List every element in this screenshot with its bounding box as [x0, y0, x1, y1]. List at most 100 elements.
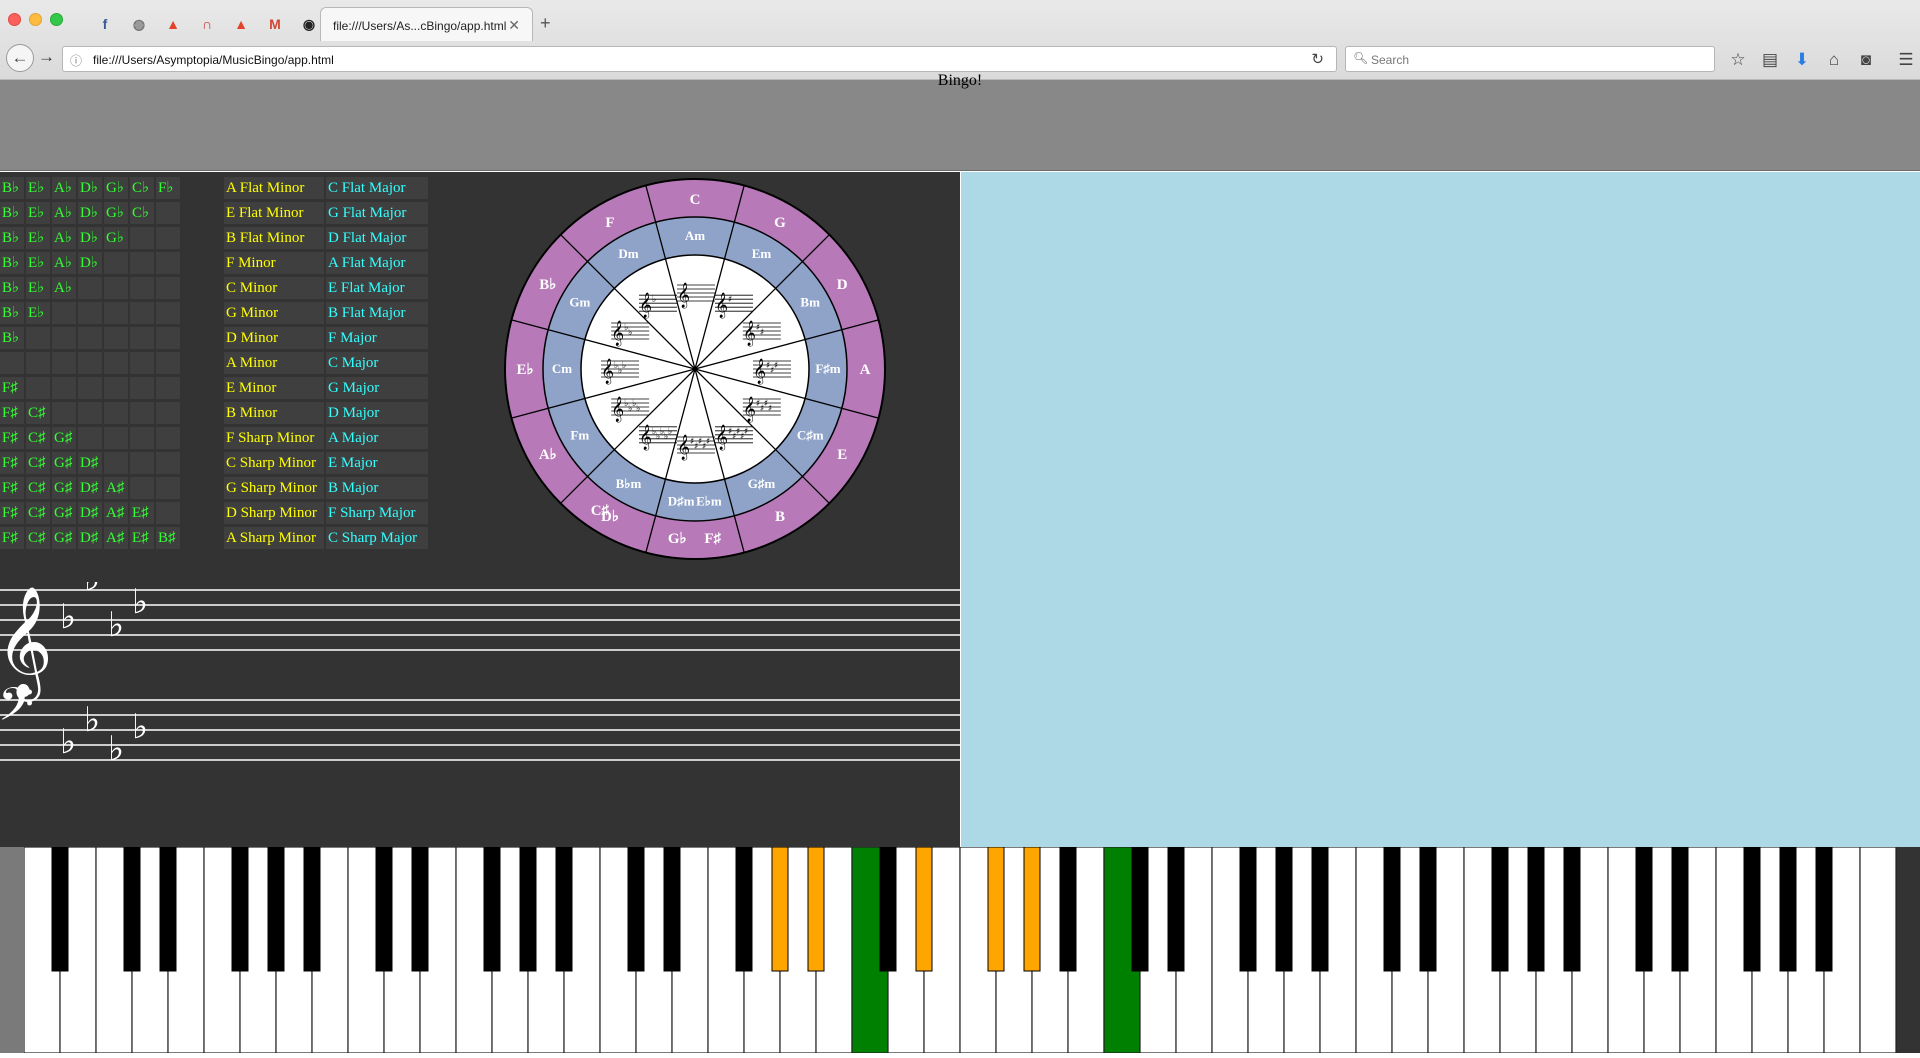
- black-key[interactable]: [915, 846, 933, 972]
- black-key[interactable]: [483, 846, 501, 972]
- accidental-cell: [78, 402, 102, 424]
- piano-keyboard: [0, 846, 1920, 1054]
- minor-key-text: B♭m: [616, 476, 642, 491]
- black-key[interactable]: [771, 846, 789, 972]
- black-key[interactable]: [1779, 846, 1797, 972]
- white-key[interactable]: [1859, 846, 1897, 1054]
- black-key[interactable]: [267, 846, 285, 972]
- black-key[interactable]: [1419, 846, 1437, 972]
- black-key[interactable]: [231, 846, 249, 972]
- reload-icon[interactable]: ↻: [1311, 50, 1324, 68]
- black-key[interactable]: [555, 846, 573, 972]
- black-key[interactable]: [879, 846, 897, 972]
- bookmark-star-icon[interactable]: ☆: [1722, 47, 1754, 73]
- minor-key-label[interactable]: G Sharp Minor: [224, 477, 324, 499]
- major-key-label[interactable]: F Major: [326, 327, 428, 349]
- back-button[interactable]: ←: [6, 44, 34, 72]
- minor-key-label[interactable]: B Flat Minor: [224, 227, 324, 249]
- minor-key-label[interactable]: E Flat Minor: [224, 202, 324, 224]
- major-key-label[interactable]: G Flat Major: [326, 202, 428, 224]
- black-key[interactable]: [1563, 846, 1581, 972]
- major-key-label[interactable]: C Sharp Major: [326, 527, 428, 549]
- black-key[interactable]: [123, 846, 141, 972]
- black-key[interactable]: [663, 846, 681, 972]
- major-key-label[interactable]: B Flat Major: [326, 302, 428, 324]
- globe-icon[interactable]: ◍: [122, 8, 156, 40]
- black-key[interactable]: [627, 846, 645, 972]
- accidental-cell: G♭: [104, 177, 128, 199]
- major-key-label[interactable]: E Flat Major: [326, 277, 428, 299]
- minor-key-label[interactable]: G Minor: [224, 302, 324, 324]
- major-key-label[interactable]: A Flat Major: [326, 252, 428, 274]
- facebook-icon[interactable]: f: [88, 8, 122, 40]
- minor-key-text: G♯m: [748, 476, 776, 491]
- black-key[interactable]: [1167, 846, 1185, 972]
- black-key[interactable]: [159, 846, 177, 972]
- black-key[interactable]: [1491, 846, 1509, 972]
- major-key-label[interactable]: D Flat Major: [326, 227, 428, 249]
- home-icon[interactable]: ⌂: [1818, 47, 1850, 73]
- minor-key-label[interactable]: A Flat Minor: [224, 177, 324, 199]
- minor-key-label[interactable]: C Minor: [224, 277, 324, 299]
- tab-app[interactable]: file:///Users/As...cBingo/app.html ✕: [320, 7, 533, 41]
- black-key[interactable]: [1527, 846, 1545, 972]
- close-window-button[interactable]: [8, 13, 21, 26]
- black-key[interactable]: [1131, 846, 1149, 972]
- major-key-label[interactable]: G Major: [326, 377, 428, 399]
- black-key[interactable]: [735, 846, 753, 972]
- black-key[interactable]: [303, 846, 321, 972]
- black-key[interactable]: [1275, 846, 1293, 972]
- new-tab-icon[interactable]: +: [540, 13, 551, 34]
- minor-key-label[interactable]: D Minor: [224, 327, 324, 349]
- minor-key-label[interactable]: B Minor: [224, 402, 324, 424]
- black-key[interactable]: [375, 846, 393, 972]
- minor-key-label[interactable]: D Sharp Minor: [224, 502, 324, 524]
- reading-list-icon[interactable]: ▤: [1754, 47, 1786, 73]
- minor-key-label[interactable]: C Sharp Minor: [224, 452, 324, 474]
- black-key[interactable]: [1815, 846, 1833, 972]
- info-icon[interactable]: ⓘ: [70, 52, 82, 69]
- minor-key-label[interactable]: E Minor: [224, 377, 324, 399]
- major-key-label[interactable]: E Major: [326, 452, 428, 474]
- accidental-cell: [52, 302, 76, 324]
- minor-key-label[interactable]: A Sharp Minor: [224, 527, 324, 549]
- black-key[interactable]: [1383, 846, 1401, 972]
- url-bar[interactable]: ⓘ file:///Users/Asymptopia/MusicBingo/ap…: [62, 46, 1337, 72]
- major-key-label[interactable]: C Major: [326, 352, 428, 374]
- search-field[interactable]: 🔍︎ Search: [1345, 46, 1715, 72]
- black-key[interactable]: [1311, 846, 1329, 972]
- minor-key-label[interactable]: F Sharp Minor: [224, 427, 324, 449]
- gmail-icon[interactable]: M: [258, 8, 292, 40]
- major-key-label[interactable]: D Major: [326, 402, 428, 424]
- black-key[interactable]: [987, 846, 1005, 972]
- gitlab-icon[interactable]: ▲: [156, 8, 190, 40]
- black-key[interactable]: [1239, 846, 1257, 972]
- major-key-label[interactable]: B Major: [326, 477, 428, 499]
- black-key[interactable]: [1743, 846, 1761, 972]
- minor-key-label[interactable]: A Minor: [224, 352, 324, 374]
- major-key-label[interactable]: A Major: [326, 427, 428, 449]
- black-key[interactable]: [1059, 846, 1077, 972]
- arc-icon[interactable]: ∩: [190, 8, 224, 40]
- pocket-icon[interactable]: ◙: [1850, 47, 1882, 73]
- black-key[interactable]: [1671, 846, 1689, 972]
- minor-key-label[interactable]: F Minor: [224, 252, 324, 274]
- black-key[interactable]: [807, 846, 825, 972]
- download-icon[interactable]: ⬇: [1786, 47, 1818, 73]
- forward-button[interactable]: →: [38, 47, 55, 67]
- black-key[interactable]: [51, 846, 69, 972]
- major-key-label[interactable]: F Sharp Major: [326, 502, 428, 524]
- minimize-window-button[interactable]: [29, 13, 42, 26]
- black-key[interactable]: [1635, 846, 1653, 972]
- black-key[interactable]: [519, 846, 537, 972]
- accidental-cell: G♯: [52, 502, 76, 524]
- black-key[interactable]: [411, 846, 429, 972]
- major-key-label[interactable]: C Flat Major: [326, 177, 428, 199]
- zoom-window-button[interactable]: [50, 13, 63, 26]
- accidental-cell: [156, 452, 180, 474]
- gitlab-icon[interactable]: ▲: [224, 8, 258, 40]
- close-tab-icon[interactable]: ✕: [508, 17, 520, 34]
- menu-icon[interactable]: ☰: [1890, 47, 1920, 73]
- black-key[interactable]: [1023, 846, 1041, 972]
- right-panel[interactable]: [961, 172, 1920, 847]
